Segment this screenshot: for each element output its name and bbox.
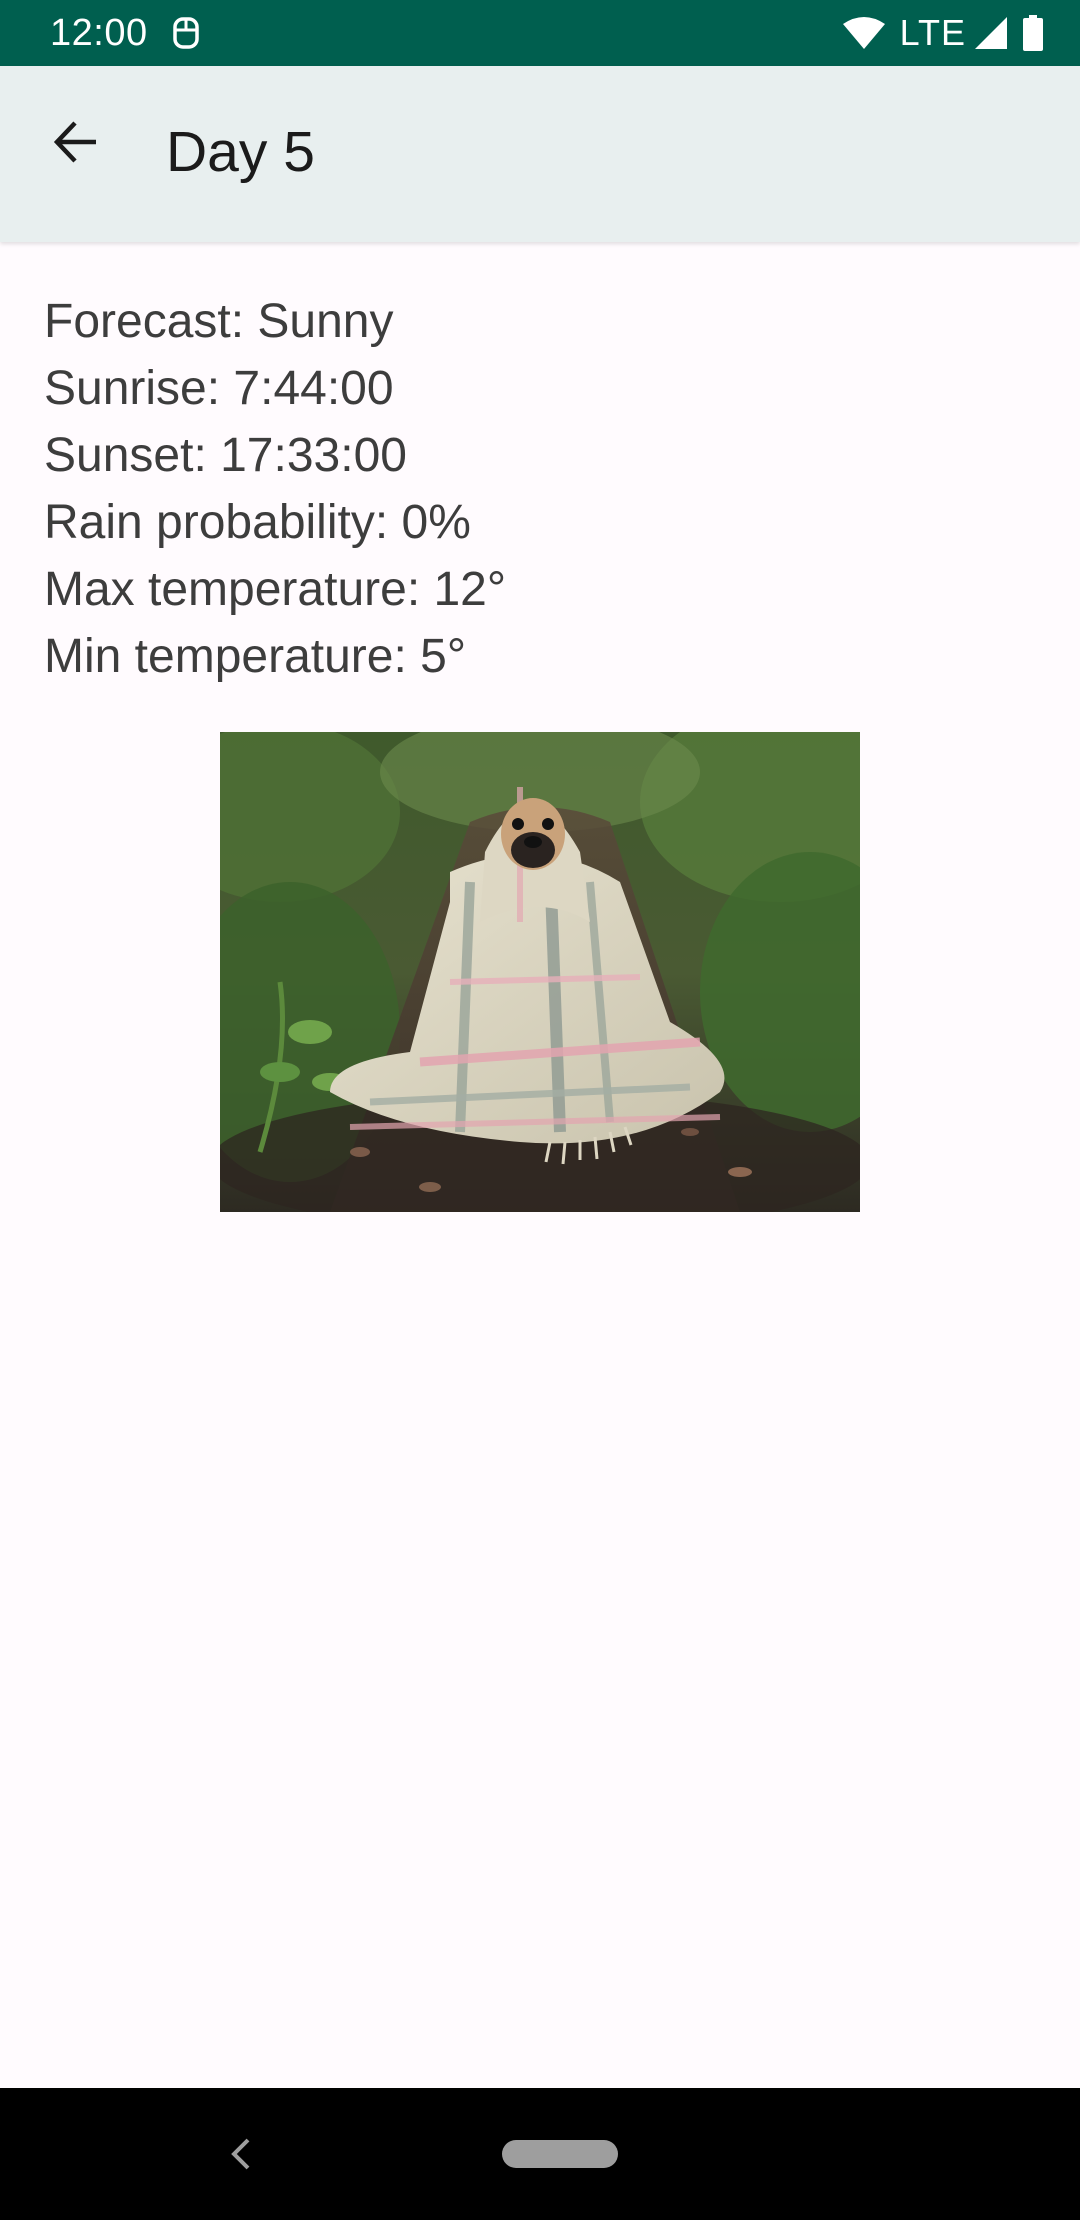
top-app-bar: Day 5: [0, 66, 1080, 242]
page-title: Day 5: [166, 120, 315, 184]
status-icons: LTE: [842, 12, 1044, 54]
back-button[interactable]: [40, 106, 112, 178]
status-time: 12:00: [50, 12, 148, 54]
status-bar: 12:00 LTE: [0, 0, 1080, 66]
system-navigation-bar: [0, 2088, 1080, 2220]
dog-in-blanket-image: [220, 732, 860, 1212]
max-temperature-text: Max temperature: 12°: [44, 563, 507, 616]
sunset-text: Sunset: 17:33:00: [44, 429, 407, 482]
min-temperature-text: Min temperature: 5°: [44, 630, 467, 683]
back-arrow-icon: [53, 121, 96, 163]
nav-back-icon[interactable]: [222, 2132, 258, 2176]
sunrise-text: Sunrise: 7:44:00: [44, 362, 394, 415]
forecast-text: Forecast: Sunny: [44, 295, 394, 348]
battery-icon: [1023, 15, 1043, 51]
network-type-label: LTE: [899, 12, 966, 53]
signal-icon: [975, 17, 1007, 49]
wifi-icon: [842, 17, 885, 49]
forecast-details: Forecast: Sunny Sunrise: 7:44:00 Sunset:…: [44, 288, 1044, 690]
notification-icon: [173, 17, 199, 49]
weather-photo: [220, 732, 860, 1212]
nav-home-pill[interactable]: [502, 2140, 618, 2168]
rain-probability-text: Rain probability: 0%: [44, 496, 471, 549]
